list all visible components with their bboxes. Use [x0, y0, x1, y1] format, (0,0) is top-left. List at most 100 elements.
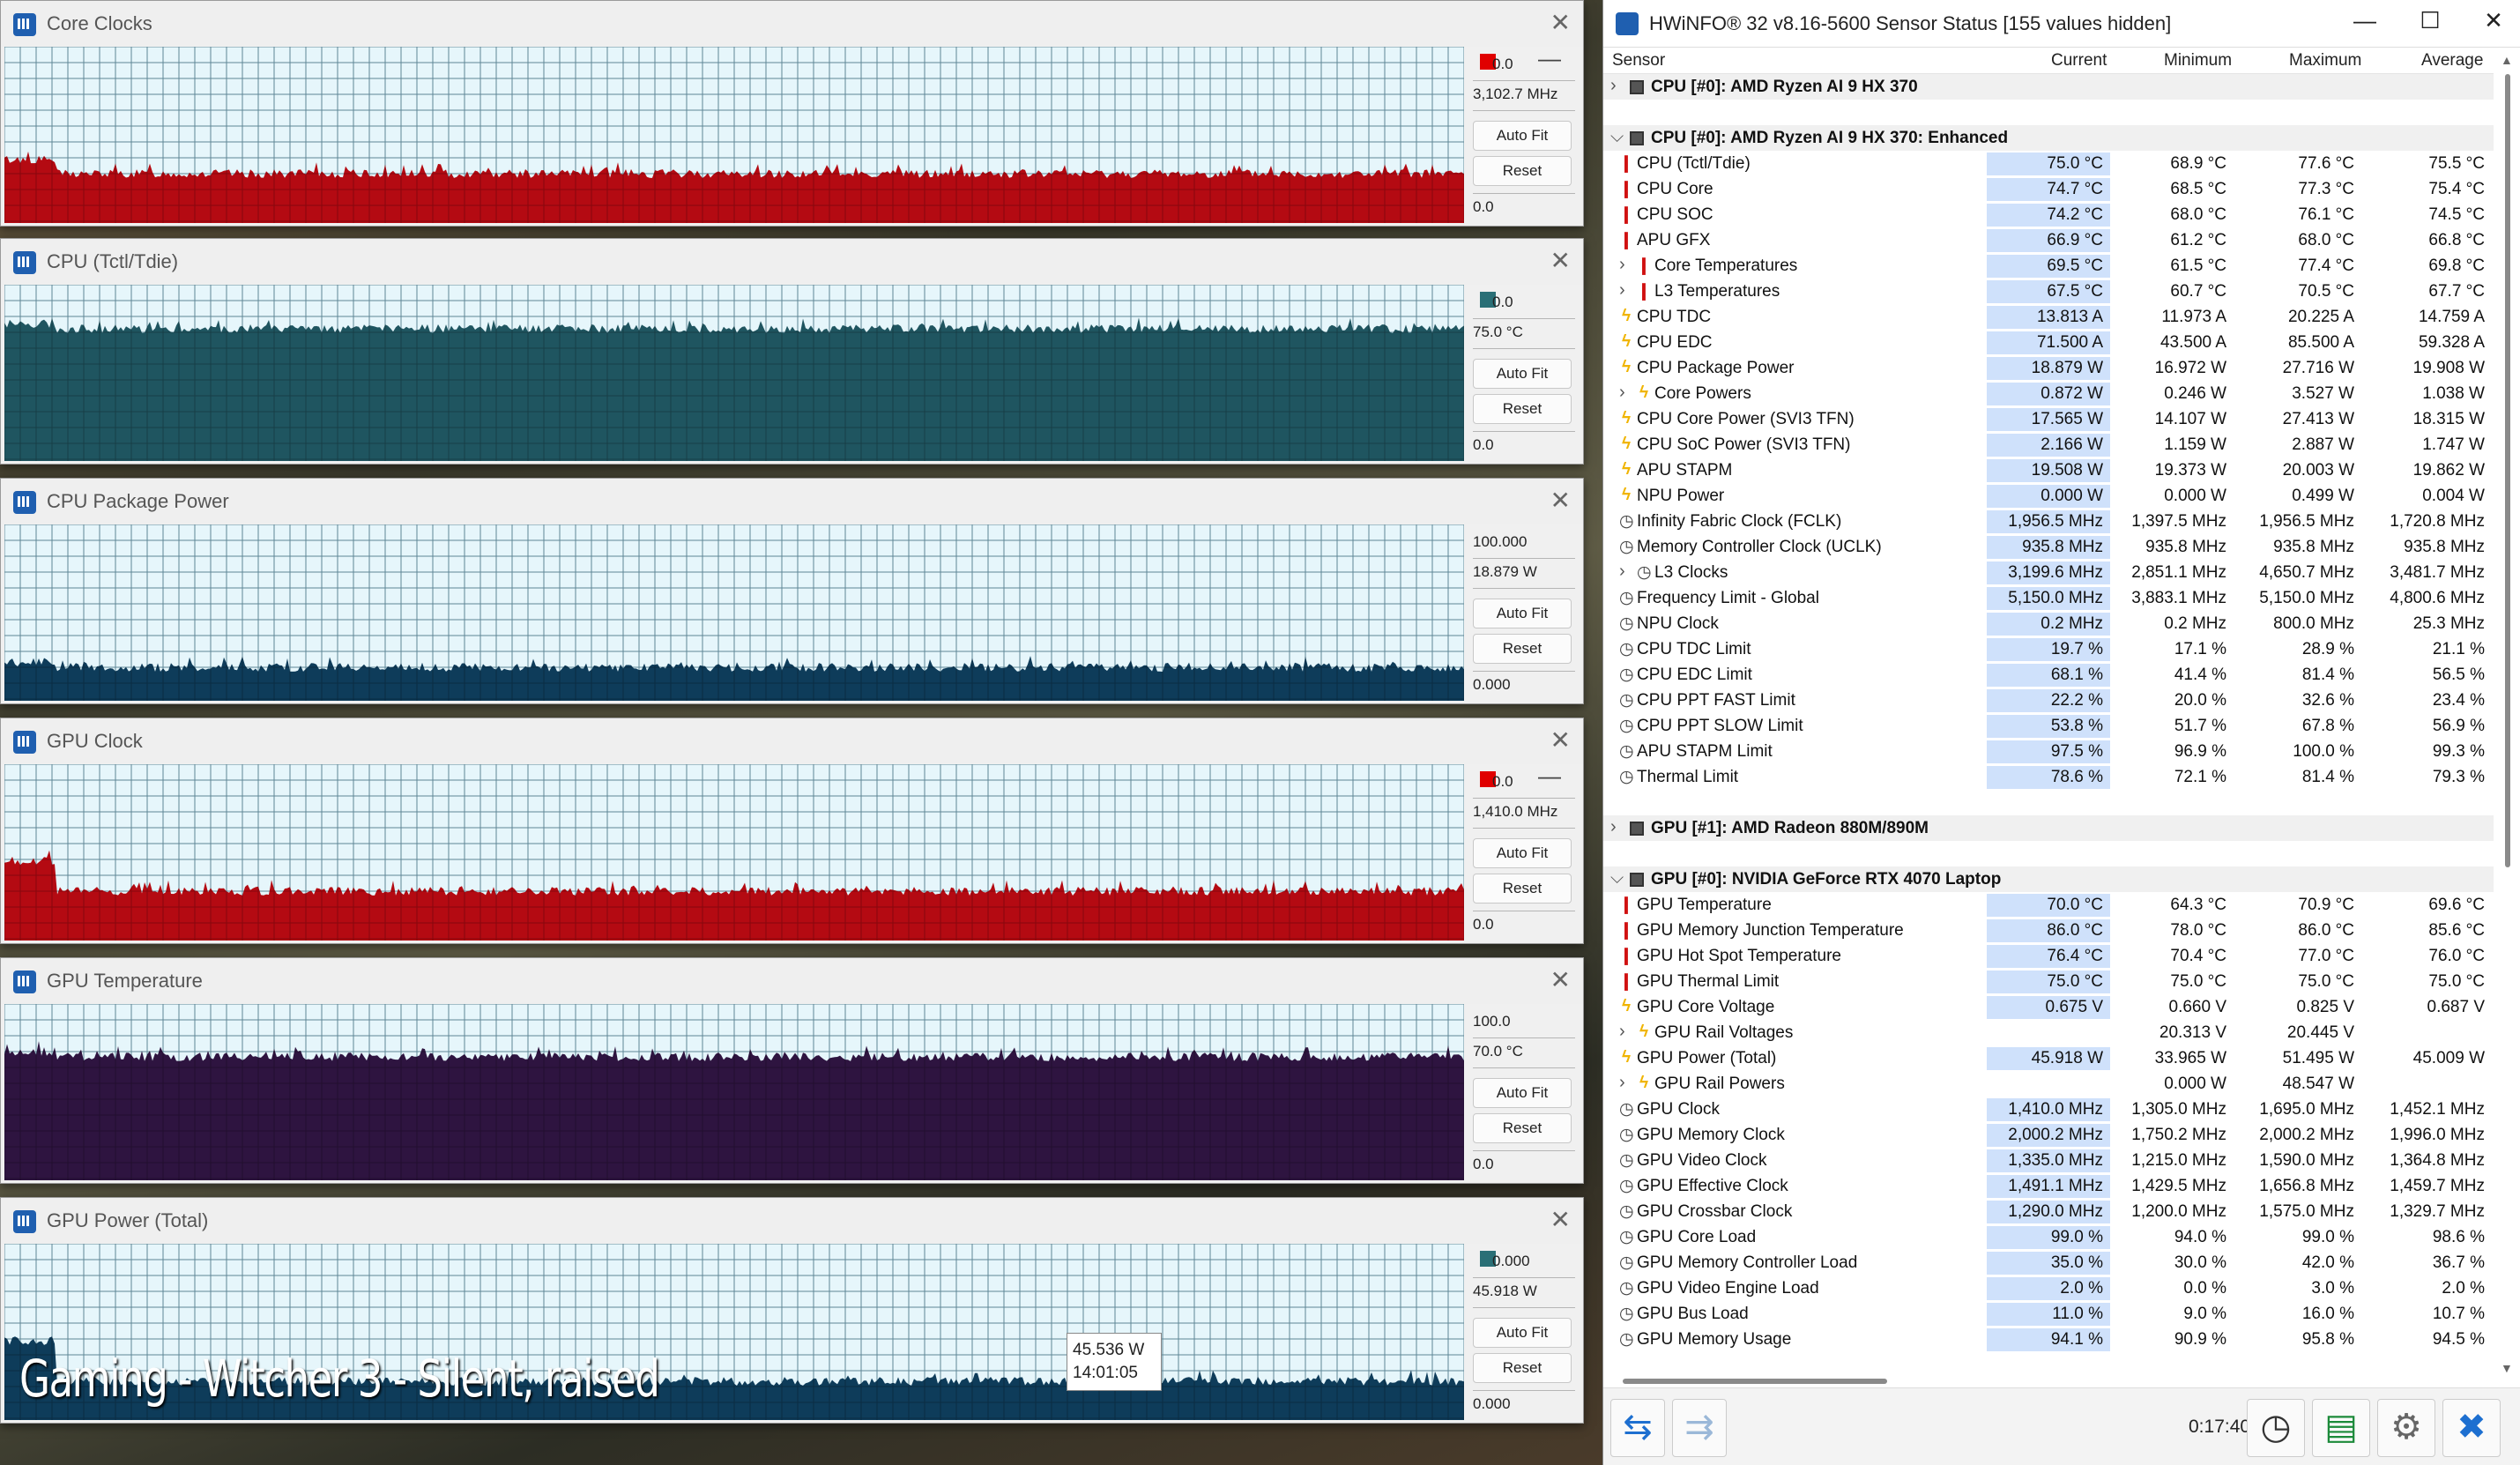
chevron-right-icon[interactable]: ›	[1619, 561, 1625, 582]
sensor-row[interactable]: ◷ GPU Memory Clock 2,000.2 MHz 1,750.2 M…	[1603, 1122, 2494, 1148]
col-average[interactable]: Average	[2421, 51, 2483, 71]
reset-button[interactable]: Reset	[1473, 1113, 1572, 1143]
scroll-up-icon[interactable]: ▲	[2501, 53, 2513, 67]
nav-collapse-icon[interactable]: ⇉	[1672, 1399, 1727, 1457]
chevron-right-icon[interactable]: ›	[1610, 817, 1617, 837]
sensor-row[interactable]: ❙ CPU Core 74.7 °C 68.5 °C 77.3 °C 75.4 …	[1603, 176, 2494, 202]
sensor-row[interactable]: ◷ GPU Video Clock 1,335.0 MHz 1,215.0 MH…	[1603, 1148, 2494, 1173]
hscroll-thumb[interactable]	[1623, 1379, 1887, 1384]
sensor-row[interactable]: ❙ APU GFX 66.9 °C 61.2 °C 68.0 °C 66.8 °…	[1603, 227, 2494, 253]
sensor-row[interactable]: ϟ APU STAPM 19.508 W 19.373 W 20.003 W 1…	[1603, 457, 2494, 483]
sensor-row[interactable]: ϟ NPU Power 0.000 W 0.000 W 0.499 W 0.00…	[1603, 483, 2494, 509]
scroll-thumb[interactable]	[2505, 74, 2510, 867]
sensor-row[interactable]: ◷ GPU Memory Usage 94.1 % 90.9 % 95.8 % …	[1603, 1327, 2494, 1352]
sensor-row[interactable]: ◷ Memory Controller Clock (UCLK) 935.8 M…	[1603, 534, 2494, 560]
close-icon[interactable]: ✕	[1550, 8, 1571, 38]
chevron-right-icon[interactable]: ›	[1610, 76, 1617, 96]
sensor-row[interactable]: › ϟ GPU Rail Powers 0.000 W 48.547 W	[1603, 1071, 2494, 1097]
maximize-icon[interactable]: ☐	[2404, 7, 2457, 34]
auto-fit-button[interactable]: Auto Fit	[1473, 1318, 1572, 1348]
reset-button[interactable]: Reset	[1473, 634, 1572, 664]
minimize-icon[interactable]: —	[2338, 7, 2391, 34]
auto-fit-button[interactable]: Auto Fit	[1473, 1078, 1572, 1108]
chevron-down-icon[interactable]: ⌵	[1610, 868, 1624, 889]
close-icon[interactable]: ✕	[1550, 725, 1571, 755]
sensor-row[interactable]: ❙ CPU (Tctl/Tdie) 75.0 °C 68.9 °C 77.6 °…	[1603, 151, 2494, 176]
sensor-group-row[interactable]: ⌵ CPU [#0]: AMD Ryzen AI 9 HX 370: Enhan…	[1603, 125, 2494, 151]
sensor-row[interactable]: ϟ CPU TDC 13.813 A 11.973 A 20.225 A 14.…	[1603, 304, 2494, 330]
graph-window[interactable]: CPU Package Power ✕ 100.000 18.879 W Aut…	[0, 478, 1584, 704]
sensor-row[interactable]: ◷ APU STAPM Limit 97.5 % 96.9 % 100.0 % …	[1603, 739, 2494, 764]
vertical-scrollbar[interactable]: ▲ ▼	[2495, 53, 2518, 1375]
minimize-icon[interactable]: —	[1538, 45, 1561, 72]
sensor-row[interactable]: › ϟ GPU Rail Voltages 20.313 V 20.445 V	[1603, 1020, 2494, 1045]
auto-fit-button[interactable]: Auto Fit	[1473, 121, 1572, 151]
sensor-row[interactable]: ϟ CPU EDC 71.500 A 43.500 A 85.500 A 59.…	[1603, 330, 2494, 355]
sensor-row[interactable]: ◷ GPU Video Engine Load 2.0 % 0.0 % 3.0 …	[1603, 1275, 2494, 1301]
sensor-row[interactable]: ◷ GPU Crossbar Clock 1,290.0 MHz 1,200.0…	[1603, 1199, 2494, 1224]
graph-title-bar[interactable]: Core Clocks ✕	[1, 1, 1583, 47]
sensor-row[interactable]: ◷ NPU Clock 0.2 MHz 0.2 MHz 800.0 MHz 25…	[1603, 611, 2494, 636]
graph-title-bar[interactable]: GPU Clock ✕	[1, 718, 1583, 764]
reset-button[interactable]: Reset	[1473, 1353, 1572, 1383]
graph-window[interactable]: GPU Temperature ✕ 100.0 70.0 °C Auto Fit…	[0, 957, 1584, 1184]
col-current[interactable]: Current	[2051, 51, 2107, 71]
sensor-row[interactable]: ϟ CPU Package Power 18.879 W 16.972 W 27…	[1603, 355, 2494, 381]
sensor-row[interactable]: ◷ GPU Bus Load 11.0 % 9.0 % 16.0 % 10.7 …	[1603, 1301, 2494, 1327]
sensor-row[interactable]: ◷ CPU PPT SLOW Limit 53.8 % 51.7 % 67.8 …	[1603, 713, 2494, 739]
close-icon[interactable]: ✕	[1550, 486, 1571, 516]
clock-reset-icon[interactable]: ◷	[2247, 1399, 2305, 1457]
sensor-row[interactable]: › ◷ L3 Clocks 3,199.6 MHz 2,851.1 MHz 4,6…	[1603, 560, 2494, 585]
sensor-row[interactable]: ◷ Thermal Limit 78.6 % 72.1 % 81.4 % 79.…	[1603, 764, 2494, 790]
sensor-row[interactable]: ❙ GPU Temperature 70.0 °C 64.3 °C 70.9 °…	[1603, 892, 2494, 918]
sensor-row[interactable]: › ϟ Core Powers 0.872 W 0.246 W 3.527 W 1…	[1603, 381, 2494, 406]
nav-left-right-icon[interactable]: ⇆	[1610, 1399, 1665, 1457]
graph-title-bar[interactable]: GPU Power (Total) ✕	[1, 1198, 1583, 1244]
sensor-row[interactable]: ❙ GPU Thermal Limit 75.0 °C 75.0 °C 75.0…	[1603, 969, 2494, 994]
chevron-right-icon[interactable]: ›	[1619, 1073, 1625, 1093]
close-icon[interactable]: ✕	[1550, 1205, 1571, 1235]
sensor-row[interactable]: ❙ GPU Memory Junction Temperature 86.0 °…	[1603, 918, 2494, 943]
close-x-icon[interactable]: ✖	[2442, 1399, 2501, 1457]
sensor-row[interactable]: ◷ CPU EDC Limit 68.1 % 41.4 % 81.4 % 56.…	[1603, 662, 2494, 688]
reset-button[interactable]: Reset	[1473, 874, 1572, 904]
col-maximum[interactable]: Maximum	[2289, 51, 2361, 71]
graph-title-bar[interactable]: CPU (Tctl/Tdie) ✕	[1, 239, 1583, 285]
sensor-row[interactable]: ❙ CPU SOC 74.2 °C 68.0 °C 76.1 °C 74.5 °…	[1603, 202, 2494, 227]
reset-button[interactable]: Reset	[1473, 156, 1572, 186]
sensor-row[interactable]: ◷ Infinity Fabric Clock (FCLK) 1,956.5 M…	[1603, 509, 2494, 534]
sensor-row[interactable]: ◷ GPU Memory Controller Load 35.0 % 30.0…	[1603, 1250, 2494, 1275]
chevron-right-icon[interactable]: ›	[1619, 383, 1625, 403]
horizontal-scrollbar[interactable]	[1603, 1375, 2494, 1387]
graph-title-bar[interactable]: GPU Temperature ✕	[1, 958, 1583, 1004]
chevron-down-icon[interactable]: ⌵	[1610, 127, 1624, 147]
sensor-row[interactable]: ϟ GPU Power (Total) 45.918 W 33.965 W 51…	[1603, 1045, 2494, 1071]
close-icon[interactable]: ✕	[1550, 965, 1571, 995]
sensor-row[interactable]: ❙ GPU Hot Spot Temperature 76.4 °C 70.4 …	[1603, 943, 2494, 969]
sensor-row[interactable]: › ❙ L3 Temperatures 67.5 °C 60.7 °C 70.5 …	[1603, 279, 2494, 304]
sensor-group-row[interactable]: › CPU [#0]: AMD Ryzen AI 9 HX 370	[1603, 74, 2494, 100]
sensor-row[interactable]: ◷ CPU PPT FAST Limit 22.2 % 20.0 % 32.6 …	[1603, 688, 2494, 713]
sensor-group-row[interactable]: › GPU [#1]: AMD Radeon 880M/890M	[1603, 815, 2494, 841]
sensor-row[interactable]: ◷ Frequency Limit - Global 5,150.0 MHz 3…	[1603, 585, 2494, 611]
sensor-row[interactable]: ◷ GPU Core Load 99.0 % 94.0 % 99.0 % 98.…	[1603, 1224, 2494, 1250]
sensor-row[interactable]: ϟ CPU Core Power (SVI3 TFN) 17.565 W 14.…	[1603, 406, 2494, 432]
sensor-group-row[interactable]: ⌵ GPU [#0]: NVIDIA GeForce RTX 4070 Lapt…	[1603, 866, 2494, 892]
close-icon[interactable]: ✕	[1550, 246, 1571, 276]
auto-fit-button[interactable]: Auto Fit	[1473, 359, 1572, 389]
settings-gear-icon[interactable]: ⚙	[2377, 1399, 2435, 1457]
scroll-down-icon[interactable]: ▼	[2501, 1361, 2513, 1375]
logging-icon[interactable]: ▤	[2312, 1399, 2370, 1457]
auto-fit-button[interactable]: Auto Fit	[1473, 838, 1572, 868]
sensor-row[interactable]: ◷ CPU TDC Limit 19.7 % 17.1 % 28.9 % 21.…	[1603, 636, 2494, 662]
chevron-right-icon[interactable]: ›	[1619, 280, 1625, 301]
graph-window[interactable]: GPU Clock ✕ — 0.0 1,410.0 MHz Auto Fit Re…	[0, 718, 1584, 944]
sensor-row[interactable]: ◷ GPU Effective Clock 1,491.1 MHz 1,429.…	[1603, 1173, 2494, 1199]
chevron-right-icon[interactable]: ›	[1619, 1022, 1625, 1042]
sensor-row[interactable]: › ❙ Core Temperatures 69.5 °C 61.5 °C 77.…	[1603, 253, 2494, 279]
col-minimum[interactable]: Minimum	[2164, 51, 2232, 71]
graph-window[interactable]: Core Clocks ✕ — 0.0 3,102.7 MHz Auto Fit …	[0, 0, 1584, 227]
graph-title-bar[interactable]: CPU Package Power ✕	[1, 479, 1583, 524]
chevron-right-icon[interactable]: ›	[1619, 255, 1625, 275]
sensor-row[interactable]: ϟ CPU SoC Power (SVI3 TFN) 2.166 W 1.159…	[1603, 432, 2494, 457]
